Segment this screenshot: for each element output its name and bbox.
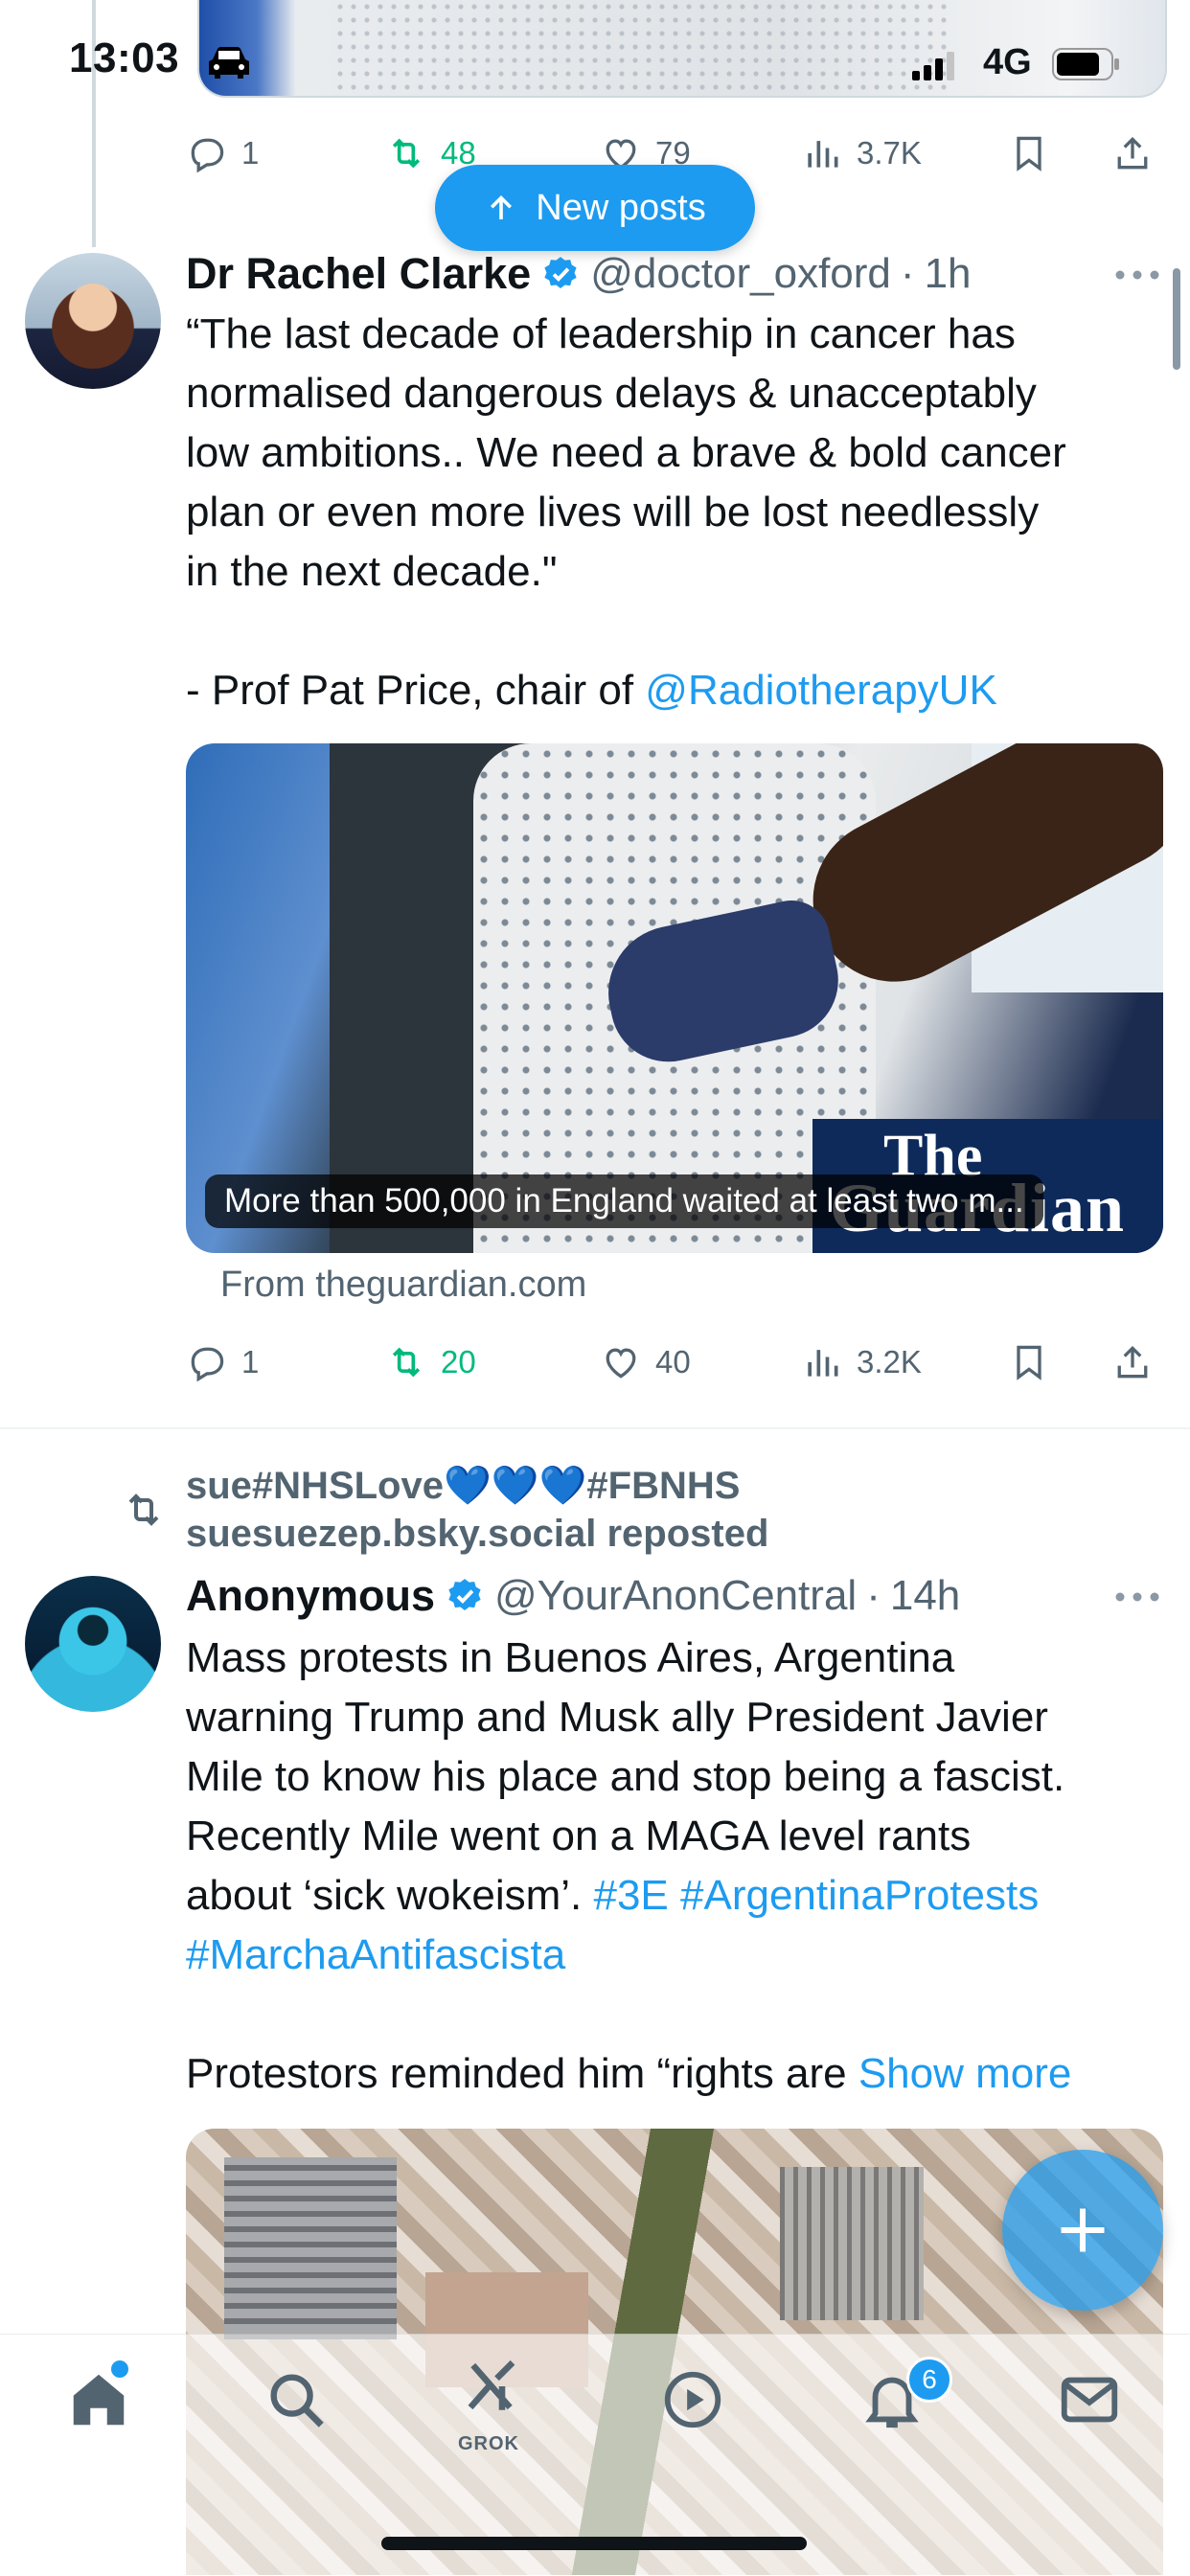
network-type: 4G xyxy=(983,42,1032,82)
link-card-image[interactable]: The Guardian More than 500,000 in Englan… xyxy=(186,743,1163,1253)
reposter-name: sue#NHSLove💙💙💙#FBNHS xyxy=(186,1465,741,1507)
search-icon[interactable] xyxy=(263,2366,330,2433)
share-icon xyxy=(1117,1345,1148,1379)
reply-button[interactable]: 1 xyxy=(186,1334,259,1391)
hashtag-link[interactable]: #ArgentinaProtests xyxy=(680,1872,1039,1919)
post-time[interactable]: 1h xyxy=(925,250,972,298)
verified-badge-icon xyxy=(544,257,577,289)
bookmark-icon xyxy=(1017,1345,1041,1380)
views-icon xyxy=(808,141,838,168)
notifications-badge: 6 xyxy=(906,2357,952,2403)
text-line: Mile to know his place and stop being a … xyxy=(186,1753,1065,1800)
text-segment: about ‘sick wokeism’. xyxy=(186,1872,594,1919)
text-line: warning Trump and Musk ally President Ja… xyxy=(186,1694,1048,1741)
author-name[interactable]: Anonymous xyxy=(186,1571,435,1621)
avatar-youranoncentral[interactable] xyxy=(25,1576,161,1712)
status-time: 13:03 xyxy=(69,34,180,81)
views-button[interactable]: 3.7K xyxy=(801,125,922,182)
share-button[interactable] xyxy=(1111,125,1154,182)
tweet1-header: Dr Rachel Clarke @doctor_oxford · 1h xyxy=(186,245,972,303)
attribution-text: - Prof Pat Price, chair of xyxy=(186,667,646,714)
reply-count: 1 xyxy=(241,135,260,171)
repost-button[interactable]: 20 xyxy=(385,1334,476,1391)
verified-badge-icon xyxy=(448,1579,481,1611)
bookmark-icon xyxy=(1017,136,1041,171)
tweet1-text: “The last decade of leadership in cancer… xyxy=(186,305,1173,720)
scroll-indicator[interactable] xyxy=(1173,268,1180,370)
repost-icon xyxy=(128,1493,159,1526)
reply-button[interactable]: 1 xyxy=(186,125,259,182)
views-count: 3.2K xyxy=(857,1344,922,1379)
repost-count: 20 xyxy=(441,1344,476,1379)
reply-icon xyxy=(191,138,224,173)
video-play-icon[interactable] xyxy=(659,2366,726,2433)
share-icon xyxy=(1117,136,1148,170)
new-posts-label: New posts xyxy=(536,187,706,228)
like-count: 40 xyxy=(655,1344,691,1379)
text-line: about ‘sick wokeism’. #3E #ArgentinaProt… xyxy=(186,1866,1173,1926)
heart-icon xyxy=(606,1348,636,1379)
text-line: #MarchaAntifascista xyxy=(186,1926,1173,1985)
text-line: Recently Mile went on a MAGA level rants xyxy=(186,1812,972,1859)
author-handle[interactable]: @YourAnonCentral xyxy=(494,1572,857,1620)
dot-separator: · xyxy=(866,1572,881,1619)
text-line: low ambitions.. We need a brave & bold c… xyxy=(186,429,1066,476)
dot-separator: · xyxy=(900,250,915,297)
plus-icon xyxy=(1061,2208,1105,2252)
reply-count: 1 xyxy=(241,1344,260,1379)
bookmark-button[interactable] xyxy=(1008,125,1050,182)
views-icon xyxy=(808,1350,838,1377)
car-icon xyxy=(209,47,249,79)
tweet2-header: Anonymous @YourAnonCentral · 14h xyxy=(186,1567,960,1625)
mention-link[interactable]: @RadiotherapyUK xyxy=(645,667,997,714)
more-options-icon[interactable] xyxy=(1113,1590,1161,1604)
hashtag-link[interactable]: #MarchaAntifascista xyxy=(186,1931,565,1978)
grok-icon[interactable] xyxy=(460,2355,523,2418)
reposted-by[interactable]: sue#NHSLove💙💙💙#FBNHS suesuezep.bsky.soci… xyxy=(186,1462,1144,1558)
card-source[interactable]: From theguardian.com xyxy=(220,1265,586,1306)
battery-icon xyxy=(1052,48,1119,80)
text-line: Protestors reminded him “rights are Show… xyxy=(186,2044,1173,2104)
reposter-label: suesuezep.bsky.social reposted xyxy=(186,1513,769,1555)
tweet2-text: Mass protests in Buenos Aires, Argentina… xyxy=(186,1629,1173,2104)
post-time[interactable]: 14h xyxy=(890,1572,960,1620)
author-handle[interactable]: @doctor_oxford xyxy=(590,250,891,298)
more-options-icon[interactable] xyxy=(1113,268,1161,282)
attribution-line: - Prof Pat Price, chair of @Radiotherapy… xyxy=(186,661,1173,720)
home-indicator[interactable] xyxy=(381,2537,807,2550)
views-button[interactable]: 3.2K xyxy=(801,1334,922,1391)
repost-icon xyxy=(392,1347,421,1378)
repost-icon xyxy=(392,138,421,169)
compose-button[interactable] xyxy=(1002,2150,1163,2311)
new-posts-button[interactable]: New posts xyxy=(435,165,755,251)
reply-icon xyxy=(191,1347,224,1382)
hashtag-link[interactable]: #3E xyxy=(593,1872,668,1919)
text-segment: Protestors reminded him “rights are xyxy=(186,2050,858,2097)
card-caption: More than 500,000 in England waited at l… xyxy=(205,1174,1043,1228)
arrow-up-icon xyxy=(491,194,513,219)
author-name[interactable]: Dr Rachel Clarke xyxy=(186,249,531,299)
share-button[interactable] xyxy=(1111,1334,1154,1391)
bookmark-button[interactable] xyxy=(1008,1334,1050,1391)
text-line: normalised dangerous delays & unacceptab… xyxy=(186,370,1037,417)
text-line: in the next decade." xyxy=(186,548,558,595)
tweet-divider xyxy=(0,1427,1190,1429)
home-unread-dot xyxy=(111,2360,128,2378)
text-line: Mass protests in Buenos Aires, Argentina xyxy=(186,1634,955,1681)
avatar-doctor-oxford[interactable] xyxy=(25,253,161,389)
tweet1-actions: 1 20 40 3.2K xyxy=(186,1334,1163,1391)
grok-label: GROK xyxy=(458,2433,519,2454)
like-button[interactable]: 40 xyxy=(600,1334,691,1391)
views-count: 3.7K xyxy=(857,135,922,171)
text-line: “The last decade of leadership in cancer… xyxy=(186,310,1016,357)
messages-mail-icon[interactable] xyxy=(1056,2366,1123,2433)
show-more-link[interactable]: Show more xyxy=(858,2050,1072,2097)
text-line: plan or even more lives will be lost nee… xyxy=(186,489,1040,536)
signal-icon xyxy=(912,52,954,80)
